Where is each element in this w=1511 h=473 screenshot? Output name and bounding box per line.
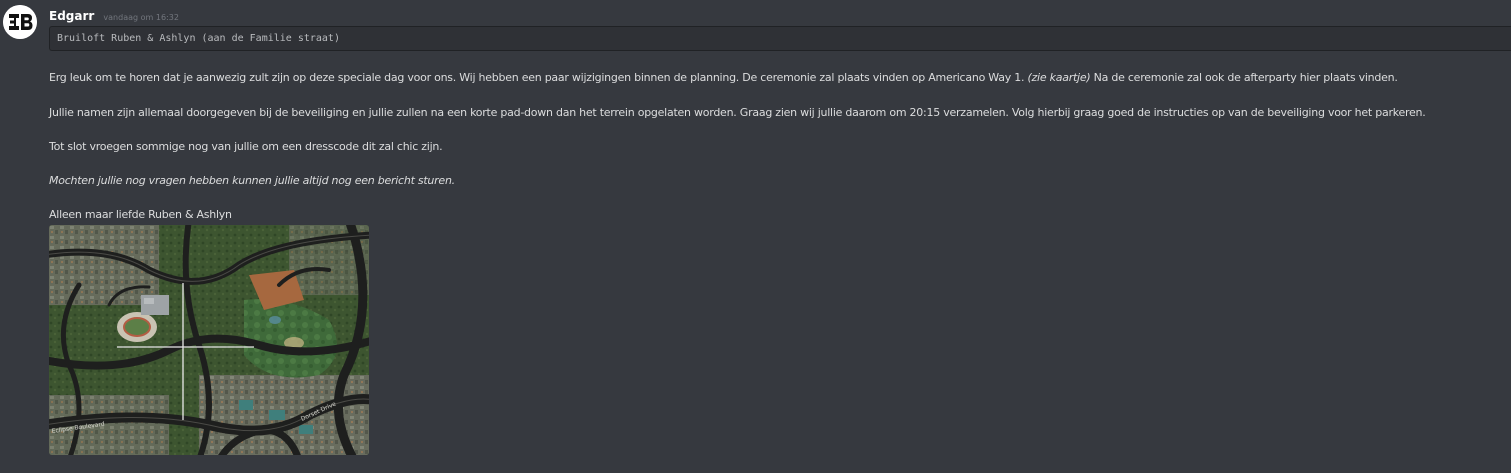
map-image-attachment[interactable]: Eclipse Boulevard Dorset Drive (49, 225, 369, 455)
eb-logo-icon (3, 5, 37, 39)
paragraph-1-text-b: Na de ceremonie zal ook de afterparty hi… (1090, 71, 1398, 84)
message-signature: Alleen maar liefde Ruben & Ashlyn (49, 208, 232, 221)
code-block: Bruiloft Ruben & Ashlyn (aan de Familie … (49, 26, 1511, 51)
message-paragraph-1: Erg leuk om te horen dat je aanwezig zul… (49, 71, 1398, 84)
message-paragraph-4: Mochten jullie nog vragen hebben kunnen … (49, 174, 455, 187)
message-paragraph-2: Jullie namen zijn allemaal doorgegeven b… (49, 106, 1426, 119)
username[interactable]: Edgarr (49, 9, 94, 23)
timestamp: vandaag om 16:32 (103, 13, 179, 22)
chat-message: Edgarr vandaag om 16:32 Bruiloft Ruben &… (0, 0, 1511, 473)
map-image: Eclipse Boulevard Dorset Drive (49, 225, 369, 455)
paragraph-1-emphasis: (zie kaartje) (1027, 71, 1091, 84)
message-paragraph-3: Tot slot vroegen sommige nog van jullie … (49, 140, 443, 153)
user-avatar[interactable] (3, 5, 37, 39)
paragraph-1-text-a: Erg leuk om te horen dat je aanwezig zul… (49, 71, 1028, 84)
message-header: Edgarr vandaag om 16:32 (49, 5, 179, 24)
